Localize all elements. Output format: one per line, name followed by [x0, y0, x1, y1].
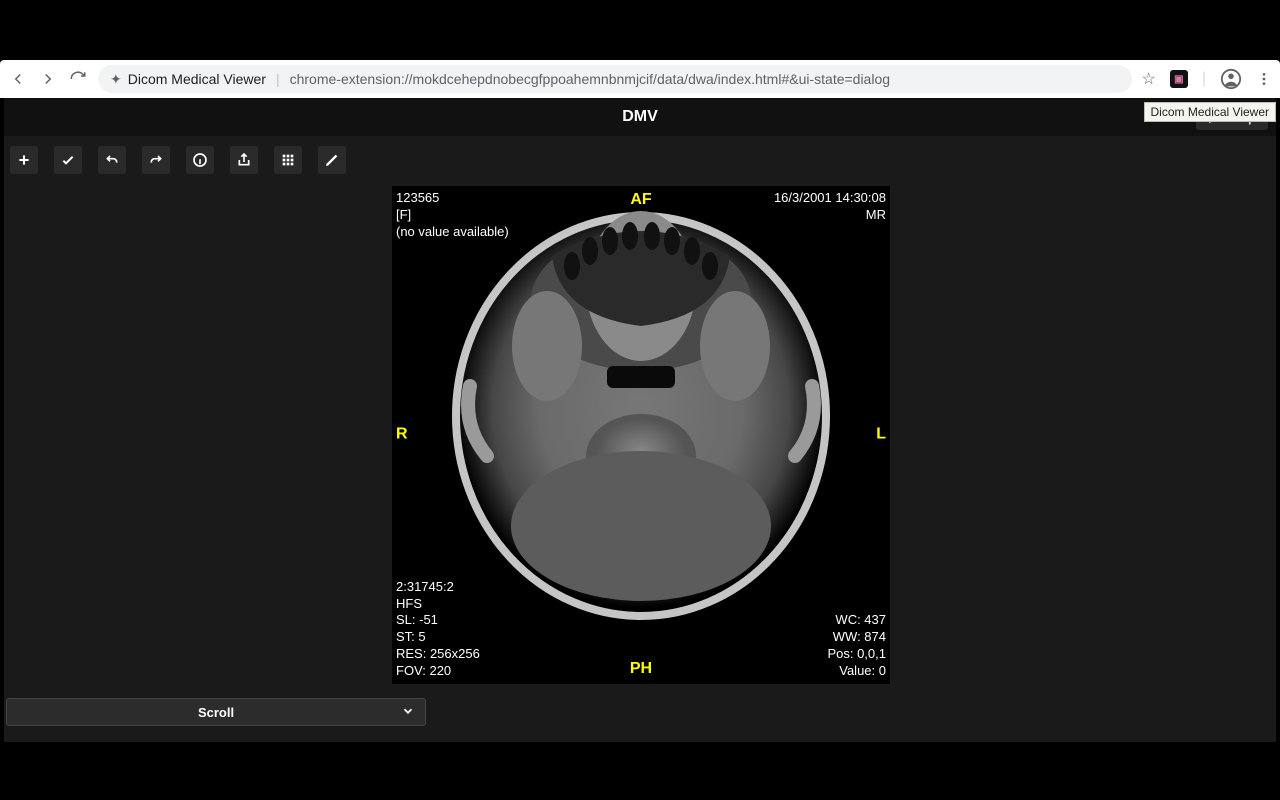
undo-button[interactable] — [98, 146, 126, 174]
browser-menu-icon[interactable] — [1256, 68, 1272, 90]
forward-button[interactable] — [38, 69, 58, 89]
patient-sex: [F] — [396, 207, 509, 224]
field-of-view: FOV: 220 — [396, 663, 480, 680]
app-header: DMV Help — [4, 98, 1276, 136]
mode-label: Scroll — [198, 705, 234, 720]
orientation-top: AF — [630, 190, 651, 211]
extension-icon: ✦ — [110, 71, 122, 88]
resolution: RES: 256x256 — [396, 646, 480, 663]
grid-button[interactable] — [274, 146, 302, 174]
apply-button[interactable] — [54, 146, 82, 174]
redo-button[interactable] — [142, 146, 170, 174]
orientation-right: L — [876, 425, 886, 446]
mode-dropdown[interactable]: Scroll — [6, 698, 426, 726]
window-center: WC: 437 — [827, 612, 886, 629]
slice-thickness: ST: 5 — [396, 629, 480, 646]
browser-toolbar: ✦ Dicom Medical Viewer | chrome-extensio… — [0, 60, 1280, 98]
add-button[interactable] — [10, 146, 38, 174]
address-bar[interactable]: ✦ Dicom Medical Viewer | chrome-extensio… — [98, 65, 1132, 93]
value-status: (no value available) — [396, 224, 509, 241]
bookmark-star-icon[interactable]: ☆ — [1142, 69, 1156, 89]
overlay-bottom-left: 2:31745:2 HFS SL: -51 ST: 5 RES: 256x256… — [396, 579, 480, 680]
orientation-bottom: PH — [630, 659, 652, 680]
tool-toolbar — [10, 146, 346, 174]
chevron-down-icon — [401, 704, 415, 721]
acquisition-datetime: 16/3/2001 14:30:08 — [774, 190, 886, 207]
edit-button[interactable] — [318, 146, 346, 174]
pixel-value: Value: 0 — [827, 663, 886, 680]
extension-badge-icon[interactable]: ▣ — [1170, 70, 1188, 88]
cursor-pos: Pos: 0,0,1 — [827, 646, 886, 663]
overlay-top-left: 123565 [F] (no value available) — [396, 190, 509, 241]
orientation-left: R — [396, 425, 408, 446]
app-title: DMV — [622, 108, 658, 126]
slice-location: SL: -51 — [396, 612, 480, 629]
modality: MR — [774, 207, 886, 224]
account-icon[interactable] — [1220, 68, 1242, 90]
extension-tooltip: Dicom Medical Viewer — [1144, 102, 1276, 122]
reload-button[interactable] — [68, 69, 88, 89]
position-ref: HFS — [396, 596, 480, 613]
window-width: WW: 874 — [827, 629, 886, 646]
info-button[interactable] — [186, 146, 214, 174]
page-url: chrome-extension://mokdcehepdnobecgfppoa… — [290, 71, 890, 87]
overlay-bottom-right: WC: 437 WW: 874 Pos: 0,0,1 Value: 0 — [827, 612, 886, 680]
series-id: 2:31745:2 — [396, 579, 480, 596]
patient-id: 123565 — [396, 190, 509, 207]
overlay-top-right: 16/3/2001 14:30:08 MR — [774, 190, 886, 224]
export-button[interactable] — [230, 146, 258, 174]
page-title: Dicom Medical Viewer — [128, 71, 266, 87]
back-button[interactable] — [8, 69, 28, 89]
image-viewport[interactable]: 123565 [F] (no value available) 16/3/200… — [392, 186, 890, 684]
